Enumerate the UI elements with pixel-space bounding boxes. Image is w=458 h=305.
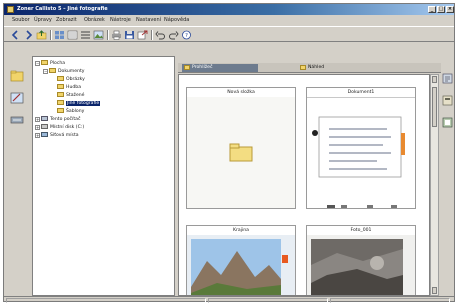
menu-view[interactable]: Zobrazit [56,17,77,23]
window-title: Zoner Callisto 5 – Jiné fotografie [17,6,108,12]
thumbnail-document[interactable]: Dokument1 [306,87,416,209]
toolbar-separator [50,30,52,40]
menu-file[interactable]: Soubor [12,17,30,23]
folder-icon [187,97,295,208]
thumbnail-scrollbar[interactable] [430,74,439,296]
maximize-button[interactable]: □ [437,6,445,13]
scroll-thumb[interactable] [432,87,437,127]
export-icon[interactable] [137,30,148,40]
status-selection [208,298,328,303]
menu-help[interactable]: Nápověda [164,17,189,23]
scroll-up-button[interactable] [432,76,437,83]
document-preview [312,116,405,208]
properties-icon[interactable] [442,95,453,106]
folder-icon [300,65,306,70]
tree-collapse-toggle[interactable]: − [35,61,40,66]
info-icon[interactable] [442,73,453,84]
tools-icon[interactable] [10,114,24,126]
menu-settings[interactable]: Nastavení [136,17,161,23]
undo-icon[interactable] [155,30,166,40]
status-path [330,298,450,303]
tree-expand-toggle[interactable]: + [35,117,40,122]
view-list-icon[interactable] [80,30,91,40]
tree-expand-toggle[interactable]: + [35,133,40,138]
edit-icon[interactable] [10,92,24,104]
computer-icon [41,116,48,121]
back-icon[interactable] [10,30,21,40]
network-icon [41,132,48,137]
right-tool-strip [441,63,454,296]
save-icon[interactable] [124,30,135,40]
minimize-button[interactable]: _ [428,6,436,13]
tree-node-downloads[interactable]: Stažené [57,92,85,99]
image-icon[interactable] [93,30,104,40]
scroll-down-button[interactable] [432,287,437,294]
tree-node-my-computer[interactable]: Tento počítač [41,116,81,123]
app-icon [7,6,14,13]
tree-collapse-toggle[interactable]: − [43,69,48,74]
app-window: Zoner Callisto 5 – Jiné fotografie _ □ ×… [3,3,455,303]
folder-icon [57,92,64,97]
tree-node-music[interactable]: Hudba [57,84,81,91]
tree-node-desktop[interactable]: Plocha [41,60,65,67]
disk-icon [41,124,48,129]
thumbnail-folder[interactable]: Nová složka [186,87,296,209]
title-bar: Zoner Callisto 5 – Jiné fotografie _ □ × [4,4,454,15]
tab-bar: Prohlížeč Náhled [178,63,441,73]
thumbnail-photo[interactable]: Foto_001 [306,225,416,295]
menu-edit[interactable]: Úpravy [34,17,52,23]
status-items [6,298,206,303]
menu-image[interactable]: Obrázek [84,17,105,23]
tree-node-selected-folder[interactable]: Jiné fotografie [57,100,101,107]
help-icon[interactable]: ? [181,30,192,40]
folder-icon [49,68,56,73]
redo-icon[interactable] [168,30,179,40]
forward-icon[interactable] [23,30,34,40]
svg-text:?: ? [185,33,188,39]
folder-icon [41,60,48,65]
folder-icon [57,76,64,81]
toolbar: ? [4,26,454,42]
view-thumbnails-icon[interactable] [54,30,65,40]
view-details-icon[interactable] [67,30,78,40]
thumbnail-grid: Nová složka Dokument1 Krajina Foto_001 [178,74,430,296]
folder-icon [184,65,190,70]
tree-node-pictures[interactable]: Obrázky [57,76,85,83]
status-bar [4,296,454,303]
close-button[interactable]: × [446,6,454,13]
folder-icon [57,84,64,89]
thumbnail-landscape[interactable]: Krajina [186,225,296,295]
folder-icon [57,108,64,113]
print-icon[interactable] [111,30,122,40]
folder-tree[interactable]: − Plocha − Dokumenty Obrázky Hudba Staže… [32,56,175,296]
left-tool-strip [4,44,30,296]
tree-node-network[interactable]: Síťová místa [41,132,79,139]
landscape-photo [187,235,295,295]
photo-preview [307,235,415,295]
tree-node-documents[interactable]: Dokumenty [49,68,85,75]
menu-tools[interactable]: Nástroje [110,17,131,23]
toolbar-separator [151,30,153,40]
tree-node-templates[interactable]: Šablony [57,108,84,115]
tab-preview[interactable]: Náhled [298,64,368,72]
menu-bar: Soubor Úpravy Zobrazit Obrázek Nástroje … [4,16,454,25]
tab-browser[interactable]: Prohlížeč [182,64,258,72]
browse-icon[interactable] [10,70,24,82]
tree-node-local-disk[interactable]: Místní disk (C:) [41,124,84,131]
up-icon[interactable] [36,30,47,40]
preview-icon[interactable] [442,117,453,128]
toolbar-separator [107,30,109,40]
folder-open-icon [57,100,64,105]
tree-expand-toggle[interactable]: + [35,125,40,130]
